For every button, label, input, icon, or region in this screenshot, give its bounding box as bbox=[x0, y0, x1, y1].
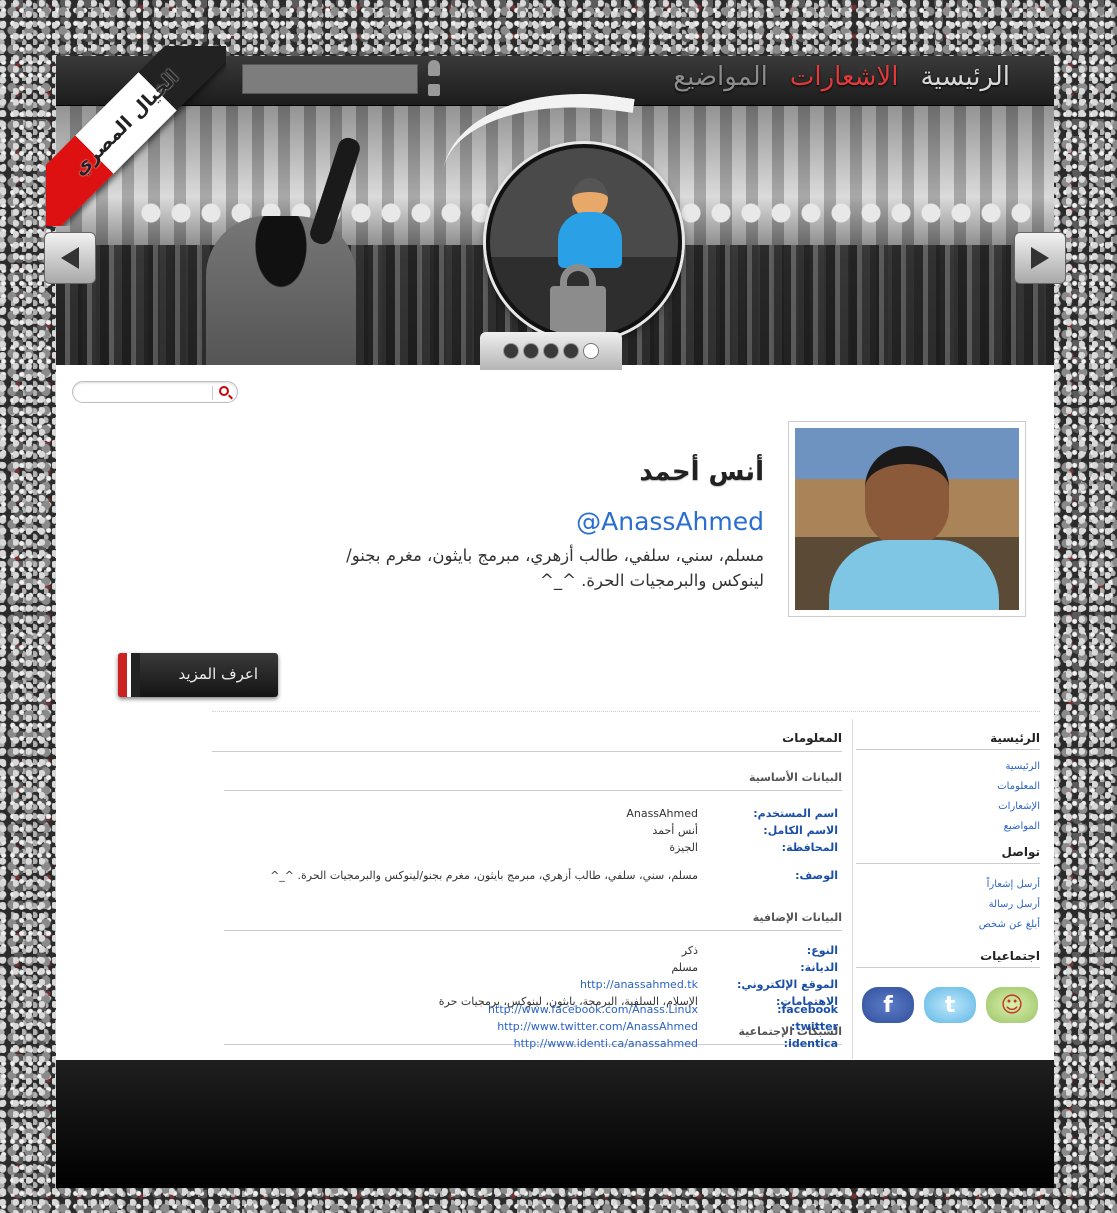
button-flag-stripe bbox=[118, 653, 140, 697]
column-divider bbox=[852, 719, 853, 1059]
sidebar-link-notifications[interactable]: الإشعارات bbox=[998, 801, 1040, 812]
slider-dot-active[interactable] bbox=[583, 343, 599, 359]
sidebar-link-send-message[interactable]: أرسل رسالة bbox=[989, 899, 1040, 910]
info-row: الموقع الإلكتروني: http://anassahmed.tk bbox=[220, 978, 838, 994]
info-row: identica: http://www.identi.ca/anassahme… bbox=[220, 1037, 838, 1053]
search-input[interactable] bbox=[83, 384, 209, 400]
identica-link[interactable]: http://www.identi.ca/anassahmed bbox=[514, 1037, 698, 1050]
info-row: twitter: http://www.twitter.com/AnassAhm… bbox=[220, 1020, 838, 1036]
user-body-icon bbox=[558, 212, 622, 268]
slider-dot[interactable] bbox=[563, 343, 579, 359]
info-row: اسم المستخدم: AnassAhmed bbox=[220, 807, 838, 823]
sidebar-link-info[interactable]: المعلومات bbox=[997, 781, 1040, 792]
info-value: AnassAhmed bbox=[626, 807, 698, 820]
profile-handle: @AnassAhmed bbox=[576, 507, 764, 536]
info-key: النوع: bbox=[806, 944, 838, 957]
info-key: اسم المستخدم: bbox=[753, 807, 838, 820]
info-title: المعلومات bbox=[212, 731, 842, 752]
social-rows: facebook: http://www.facebook.com/Anass.… bbox=[212, 1003, 842, 1053]
user-icon bbox=[428, 60, 440, 76]
slider-next-button[interactable] bbox=[1014, 232, 1066, 284]
info-key: facebook: bbox=[777, 1003, 838, 1016]
sidebar-link-report[interactable]: أبلغ عن شخص bbox=[979, 919, 1040, 930]
learn-more-button[interactable]: اعرف المزيد bbox=[118, 653, 278, 697]
learn-more-label: اعرف المزيد bbox=[178, 665, 258, 683]
info-row: الاسم الكامل: أنس أحمد bbox=[220, 824, 838, 840]
profile-name: أنس أحمد bbox=[639, 457, 764, 487]
identica-icon[interactable]: ☺ bbox=[986, 987, 1038, 1023]
site-ribbon: الخيال المصري bbox=[46, 46, 226, 226]
info-row: facebook: http://www.facebook.com/Anass.… bbox=[220, 1003, 838, 1019]
info-row: الديانة: مسلم bbox=[220, 961, 838, 977]
website-link[interactable]: http://anassahmed.tk bbox=[580, 978, 698, 991]
arrow-right-icon bbox=[1031, 247, 1049, 269]
slider-dot[interactable] bbox=[503, 343, 519, 359]
basic-info-title: البيانات الأساسية bbox=[224, 771, 842, 791]
slider-pager bbox=[480, 332, 622, 370]
info-value: مسلم bbox=[671, 961, 698, 974]
search-icon[interactable] bbox=[219, 386, 229, 396]
lock-icon bbox=[428, 84, 440, 96]
profile-bio: مسلم، سني، سلفي، طالب أزهري، مبرمج بايثو… bbox=[346, 546, 764, 590]
info-key: الاسم الكامل: bbox=[763, 824, 838, 837]
login-magnifier bbox=[486, 144, 682, 340]
slider-dot[interactable] bbox=[543, 343, 559, 359]
nav-notifications[interactable]: الاشعارات bbox=[790, 62, 899, 92]
info-key: twitter: bbox=[791, 1020, 838, 1033]
extra-info-title: البيانات الإضافية bbox=[224, 911, 842, 931]
login-icons bbox=[428, 60, 442, 102]
arrow-left-icon bbox=[61, 247, 79, 269]
search-box bbox=[72, 381, 238, 403]
twitter-link[interactable]: http://www.twitter.com/AnassAhmed bbox=[497, 1020, 698, 1033]
sidebar: الرئيسية الرئيسية المعلومات الإشعارات ال… bbox=[856, 719, 1040, 1023]
content-area: أنس أحمد @AnassAhmed مسلم، سني، سلفي، طا… bbox=[56, 365, 1054, 1060]
sidebar-home-title: الرئيسية bbox=[856, 731, 1040, 750]
twitter-icon[interactable]: t bbox=[924, 987, 976, 1023]
info-key: الوصف: bbox=[795, 869, 838, 882]
profile-photo-face bbox=[865, 446, 949, 546]
info-key: المحافظة: bbox=[781, 841, 838, 854]
info-key: الديانة: bbox=[800, 961, 838, 974]
facebook-icon[interactable]: f bbox=[862, 987, 914, 1023]
sidebar-social-title: اجتماعيات bbox=[856, 949, 1040, 968]
info-value: مسلم، سني، سلفي، طالب أزهري، مبرمج بايثو… bbox=[270, 869, 698, 882]
lock-body-icon bbox=[550, 286, 606, 334]
slider-prev-button[interactable] bbox=[44, 232, 96, 284]
sidebar-link-send-notification[interactable]: أرسل إشعاراً bbox=[987, 879, 1040, 890]
facebook-link[interactable]: http://www.facebook.com/Anass.Linux bbox=[488, 1003, 698, 1016]
nav-topics[interactable]: المواضيع bbox=[673, 62, 768, 92]
banner-figure bbox=[206, 216, 356, 365]
page: الرئيسية الاشعارات المواضيع الخيال المصر… bbox=[44, 46, 1066, 1188]
slider-dot[interactable] bbox=[523, 343, 539, 359]
info-row: النوع: ذكر bbox=[220, 944, 838, 960]
info-row: المحافظة: الجيزة bbox=[220, 841, 838, 857]
profile-photo-frame bbox=[788, 421, 1026, 617]
social-icons: ☺ t f bbox=[862, 987, 1038, 1027]
main-nav: الرئيسية الاشعارات المواضيع bbox=[673, 62, 1010, 92]
profile-photo-shirt bbox=[829, 540, 999, 610]
info-value: ذكر bbox=[681, 944, 698, 957]
site-logo-text: الخيال المصري bbox=[68, 65, 184, 181]
search-separator bbox=[212, 386, 213, 400]
nav-home[interactable]: الرئيسية bbox=[920, 62, 1010, 92]
info-key: الموقع الإلكتروني: bbox=[736, 978, 838, 991]
info-row: الوصف: مسلم، سني، سلفي، طالب أزهري، مبرم… bbox=[220, 869, 838, 885]
profile-photo bbox=[795, 428, 1019, 610]
footer bbox=[56, 1060, 1054, 1188]
sidebar-link-topics[interactable]: المواضيع bbox=[1004, 821, 1040, 832]
info-key: identica: bbox=[783, 1037, 838, 1050]
sidebar-link-home[interactable]: الرئيسية bbox=[1006, 761, 1040, 772]
login-field[interactable] bbox=[242, 64, 418, 94]
section-divider bbox=[212, 711, 1040, 712]
sidebar-contact-title: تواصل bbox=[856, 845, 1040, 864]
info-value: أنس أحمد bbox=[652, 824, 698, 837]
info-value: الجيزة bbox=[669, 841, 698, 854]
ribbon-band: الخيال المصري bbox=[46, 46, 226, 226]
